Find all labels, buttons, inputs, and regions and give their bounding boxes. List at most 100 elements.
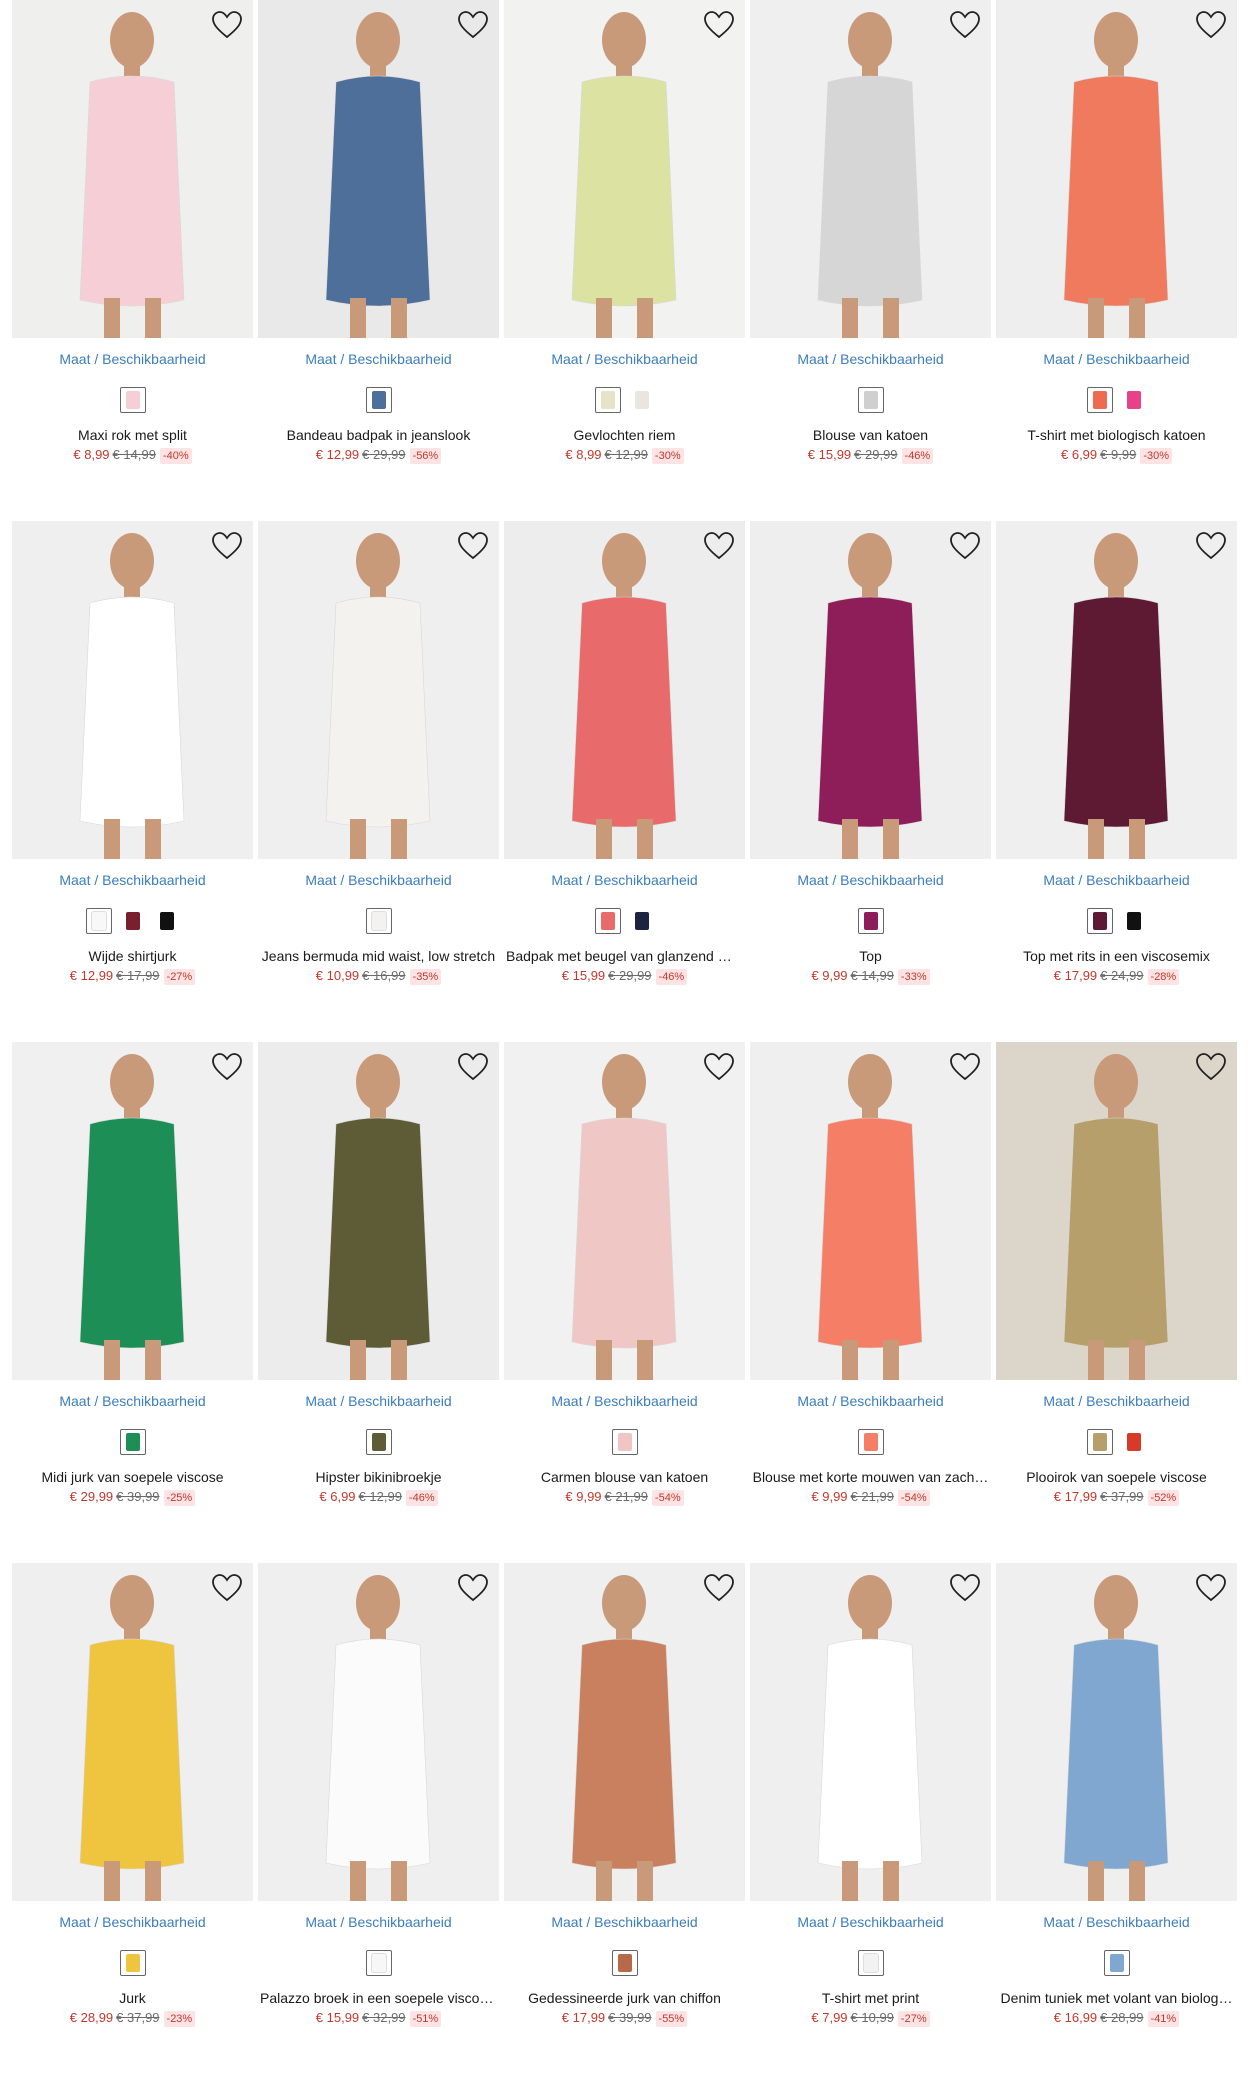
color-swatch[interactable] [365,908,392,934]
product-card[interactable]: Maat / Beschikbaarheid Jurk € 28,99 € 37,99… [12,1563,253,2084]
color-swatch[interactable] [1121,1429,1147,1455]
product-name[interactable]: Denim tuniek met volant van biolog… [996,1989,1237,2007]
product-card[interactable]: Maat / Beschikbaarheid Denim tuniek met v… [996,1563,1237,2084]
heart-outline-icon[interactable] [457,1573,489,1603]
product-card[interactable]: Maat / Beschikbaarheid Wijde shirtjurk € 1… [12,521,253,1042]
product-name[interactable]: Hipster bikinibroekje [258,1468,499,1486]
product-card[interactable]: Maat / Beschikbaarheid Top met rits in ee… [996,521,1237,1042]
color-swatch[interactable] [85,908,112,934]
heart-outline-icon[interactable] [1195,10,1227,40]
product-card[interactable]: Maat / Beschikbaarheid Jeans bermuda mid … [258,521,499,1042]
heart-outline-icon[interactable] [457,531,489,561]
product-image[interactable] [12,0,253,338]
color-swatch[interactable] [1121,387,1147,413]
color-swatch[interactable] [1086,387,1113,413]
product-name[interactable]: Bandeau badpak in jeanslook [258,426,499,444]
product-image[interactable] [750,1563,991,1901]
color-swatch[interactable] [365,387,392,413]
product-image[interactable] [258,1042,499,1380]
product-image[interactable] [996,1042,1237,1380]
color-swatch[interactable] [365,1429,392,1455]
product-card[interactable]: Maat / Beschikbaarheid Maxi rok met split… [12,0,253,521]
product-card[interactable]: Maat / Beschikbaarheid Badpak met beugel … [504,521,745,1042]
product-image[interactable] [258,521,499,859]
product-card[interactable]: Maat / Beschikbaarheid Blouse met korte m… [750,1042,991,1563]
product-image[interactable] [504,521,745,859]
heart-outline-icon[interactable] [457,10,489,40]
size-availability-link[interactable]: Maat / Beschikbaarheid [504,350,745,368]
product-card[interactable]: Maat / Beschikbaarheid Palazzo broek in e… [258,1563,499,2084]
color-swatch[interactable] [1086,908,1113,934]
product-image[interactable] [996,521,1237,859]
color-swatch[interactable] [857,1429,884,1455]
product-name[interactable]: Gevlochten riem [504,426,745,444]
product-name[interactable]: Palazzo broek in een soepele viscos… [258,1989,499,2007]
color-swatch[interactable] [1121,908,1147,934]
product-image[interactable] [504,1563,745,1901]
heart-outline-icon[interactable] [949,531,981,561]
size-availability-link[interactable]: Maat / Beschikbaarheid [12,871,253,889]
product-card[interactable]: Maat / Beschikbaarheid T-shirt met print €… [750,1563,991,2084]
color-swatch[interactable] [629,908,655,934]
product-card[interactable]: Maat / Beschikbaarheid Bandeau badpak in … [258,0,499,521]
heart-outline-icon[interactable] [211,1052,243,1082]
size-availability-link[interactable]: Maat / Beschikbaarheid [504,1913,745,1931]
product-name[interactable]: Gedessineerde jurk van chiffon [504,1989,745,2007]
heart-outline-icon[interactable] [949,1573,981,1603]
color-swatch[interactable] [1103,1950,1130,1976]
product-image[interactable] [258,1563,499,1901]
product-card[interactable]: Maat / Beschikbaarheid Carmen blouse van … [504,1042,745,1563]
size-availability-link[interactable]: Maat / Beschikbaarheid [750,871,991,889]
product-name[interactable]: Maxi rok met split [12,426,253,444]
size-availability-link[interactable]: Maat / Beschikbaarheid [258,1913,499,1931]
color-swatch[interactable] [611,1950,638,1976]
product-name[interactable]: Midi jurk van soepele viscose [12,1468,253,1486]
size-availability-link[interactable]: Maat / Beschikbaarheid [258,871,499,889]
color-swatch[interactable] [594,908,621,934]
size-availability-link[interactable]: Maat / Beschikbaarheid [504,871,745,889]
product-image[interactable] [504,1042,745,1380]
heart-outline-icon[interactable] [1195,1573,1227,1603]
product-image[interactable] [996,0,1237,338]
product-card[interactable]: Maat / Beschikbaarheid T-shirt met biolog… [996,0,1237,521]
product-name[interactable]: T-shirt met biologisch katoen [996,426,1237,444]
product-card[interactable]: Maat / Beschikbaarheid Top € 9,99 € 14,99 -3… [750,521,991,1042]
size-availability-link[interactable]: Maat / Beschikbaarheid [750,1913,991,1931]
size-availability-link[interactable]: Maat / Beschikbaarheid [12,1392,253,1410]
product-image[interactable] [750,521,991,859]
size-availability-link[interactable]: Maat / Beschikbaarheid [750,350,991,368]
product-card[interactable]: Maat / Beschikbaarheid Plooirok van soepe… [996,1042,1237,1563]
color-swatch[interactable] [857,908,884,934]
size-availability-link[interactable]: Maat / Beschikbaarheid [750,1392,991,1410]
heart-outline-icon[interactable] [1195,531,1227,561]
size-availability-link[interactable]: Maat / Beschikbaarheid [996,1392,1237,1410]
heart-outline-icon[interactable] [211,531,243,561]
product-name[interactable]: Top [750,947,991,965]
product-name[interactable]: Badpak met beugel van glanzend m… [504,947,745,965]
product-image[interactable] [12,1563,253,1901]
size-availability-link[interactable]: Maat / Beschikbaarheid [258,1392,499,1410]
product-card[interactable]: Maat / Beschikbaarheid Blouse van katoen €… [750,0,991,521]
heart-outline-icon[interactable] [949,1052,981,1082]
size-availability-link[interactable]: Maat / Beschikbaarheid [258,350,499,368]
color-swatch[interactable] [857,387,884,413]
heart-outline-icon[interactable] [703,10,735,40]
product-card[interactable]: Maat / Beschikbaarheid Gevlochten riem € 8… [504,0,745,521]
product-name[interactable]: Carmen blouse van katoen [504,1468,745,1486]
heart-outline-icon[interactable] [211,1573,243,1603]
product-name[interactable]: Top met rits in een viscosemix [996,947,1237,965]
product-name[interactable]: Wijde shirtjurk [12,947,253,965]
product-image[interactable] [258,0,499,338]
product-image[interactable] [750,0,991,338]
product-card[interactable]: Maat / Beschikbaarheid Midi jurk van soep… [12,1042,253,1563]
product-image[interactable] [750,1042,991,1380]
heart-outline-icon[interactable] [949,10,981,40]
product-name[interactable]: Plooirok van soepele viscose [996,1468,1237,1486]
product-image[interactable] [504,0,745,338]
product-name[interactable]: Blouse van katoen [750,426,991,444]
size-availability-link[interactable]: Maat / Beschikbaarheid [12,1913,253,1931]
product-card[interactable]: Maat / Beschikbaarheid Gedessineerde jurk… [504,1563,745,2084]
color-swatch[interactable] [119,387,146,413]
heart-outline-icon[interactable] [1195,1052,1227,1082]
size-availability-link[interactable]: Maat / Beschikbaarheid [996,1913,1237,1931]
